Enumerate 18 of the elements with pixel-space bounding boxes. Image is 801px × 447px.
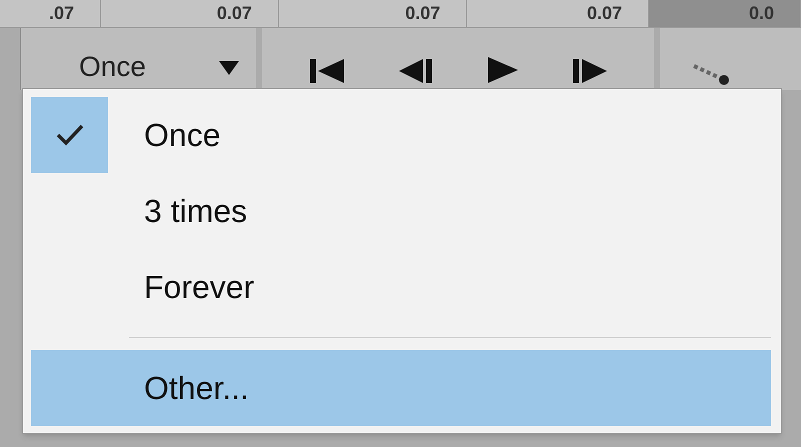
loop-dropdown[interactable]: Once: [20, 28, 256, 90]
first-frame-icon[interactable]: [308, 58, 346, 84]
frame-cell[interactable]: 0.0: [648, 0, 801, 27]
menu-item[interactable]: 3 times: [31, 173, 771, 249]
frame-delay: 0.07: [216, 2, 252, 25]
frame-delay: 0.0: [748, 2, 774, 25]
frame-delay: .07: [49, 2, 74, 25]
tween-icon[interactable]: [690, 62, 730, 86]
next-frame-icon[interactable]: [570, 58, 608, 84]
previous-frame-icon[interactable]: [396, 58, 434, 84]
frame-delay: 0.07: [586, 2, 622, 25]
frame-delay: 0.07: [405, 2, 440, 25]
caret-icon: [218, 60, 240, 76]
play-icon[interactable]: [486, 56, 520, 84]
menu-item[interactable]: Once: [31, 97, 771, 173]
menu-item[interactable]: Other...: [31, 350, 771, 426]
menu-item[interactable]: Forever: [31, 249, 771, 325]
dropdown-value: Once: [79, 50, 146, 84]
